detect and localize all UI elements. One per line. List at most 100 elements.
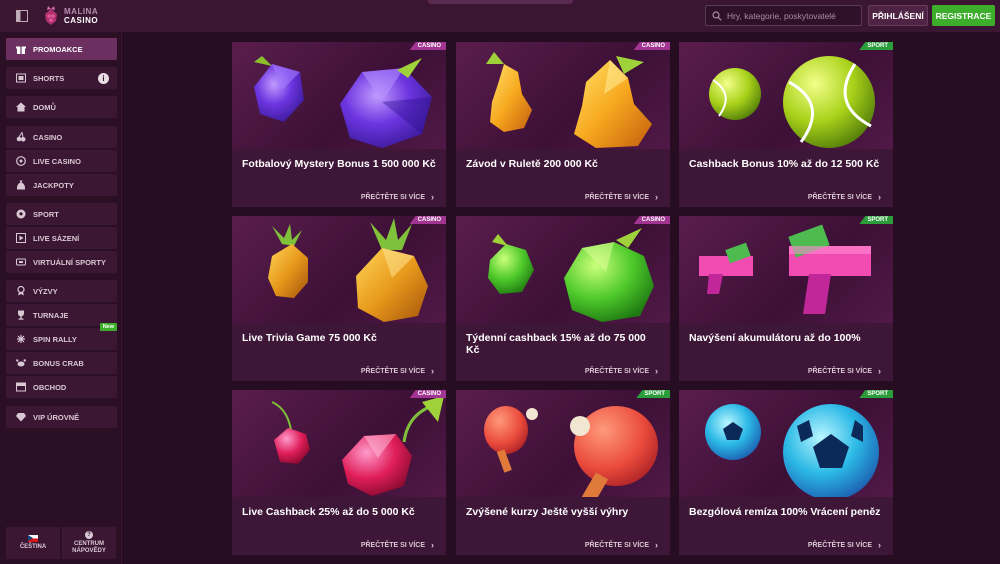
promotions-grid: CASINO Fotbalový Mystery Bonus 1 500 000…: [122, 32, 1000, 564]
read-more-link[interactable]: PŘEČTĚTE SI VÍCE ›: [585, 366, 658, 376]
money-gun-illustration: [699, 224, 871, 314]
category-badge: CASINO: [633, 42, 670, 50]
promo-title: Závod v Ruletě 200 000 Kč: [466, 158, 598, 170]
sidebar-item-label: BONUS CRAB: [33, 358, 84, 368]
soccer-ball-icon: [16, 209, 26, 219]
live-icon: [16, 233, 26, 243]
top-bar: MALINA CASINO PŘIHLÁŠENÍ REGISTRACE: [0, 0, 1000, 32]
sidebar-item-bonus-crab[interactable]: BONUS CRAB: [6, 352, 117, 374]
sidebar-item-jackpoty[interactable]: JACKPOTY: [6, 174, 117, 196]
read-more-label: PŘEČTĚTE SI VÍCE: [807, 193, 872, 201]
promo-card[interactable]: SPORT Cashback Bonus 10% až do 12 500 Kč…: [679, 42, 893, 207]
read-more-link[interactable]: PŘEČTĚTE SI VÍCE ›: [361, 192, 434, 202]
crab-icon: [16, 358, 26, 368]
sidebar-item-label: VIP ÚROVNĚ: [33, 412, 80, 422]
read-more-link[interactable]: PŘEČTĚTE SI VÍCE ›: [808, 192, 881, 202]
sidebar-item-label: VIRTUÁLNÍ SPORTY: [33, 257, 106, 267]
search-input[interactable]: [726, 10, 861, 21]
logo-line1: MALINA: [64, 7, 99, 16]
promo-image: SPORT: [679, 390, 893, 497]
home-icon: [16, 102, 26, 112]
raspberry-logo-icon: [45, 6, 57, 25]
read-more-label: PŘEČTĚTE SI VÍCE: [807, 541, 872, 549]
read-more-link[interactable]: PŘEČTĚTE SI VÍCE ›: [808, 366, 881, 376]
sidebar-item-label: TURNAJE: [33, 310, 69, 320]
promo-card[interactable]: CASINO Týdenní cashback 15% až do 75 000…: [456, 216, 670, 381]
sidebar-item-vip-urovne[interactable]: VIP ÚROVNĚ: [6, 406, 117, 428]
register-button[interactable]: REGISTRACE: [932, 5, 995, 26]
sidebar-item-spin-rally[interactable]: SPIN RALLY New: [6, 323, 117, 350]
spin-icon: [16, 334, 26, 344]
read-more-link[interactable]: PŘEČTĚTE SI VÍCE ›: [361, 366, 434, 376]
sidebar-item-label: DOMŮ: [33, 102, 56, 112]
chevron-right-icon: ›: [655, 366, 658, 376]
cherry-illustration: [271, 396, 444, 496]
help-label-1: CENTRUM: [74, 541, 104, 547]
read-more-link[interactable]: PŘEČTĚTE SI VÍCE ›: [808, 540, 881, 550]
search-box[interactable]: [705, 5, 862, 26]
promo-card[interactable]: CASINO Závod v Ruletě 200 000 Kč PŘEČTĚT…: [456, 42, 670, 207]
diamond-icon: [16, 412, 26, 422]
sidebar-item-casino[interactable]: CASINO: [6, 126, 117, 148]
help-label-2: NÁPOVĚDY: [72, 548, 106, 554]
promo-image: SPORT: [679, 42, 893, 149]
read-more-label: PŘEČTĚTE SI VÍCE: [584, 193, 649, 201]
czech-flag-icon: [28, 535, 38, 542]
promo-card[interactable]: CASINO Live Trivia Game 75 000 Kč PŘEČTĚ…: [232, 216, 446, 381]
sidebar-item-vyzvy[interactable]: VÝZVY: [6, 280, 117, 302]
promo-title: Live Cashback 25% až do 5 000 Kč: [242, 506, 415, 518]
promo-image: CASINO: [456, 216, 670, 323]
sidebar-item-sport[interactable]: SPORT: [6, 203, 117, 225]
promo-card[interactable]: SPORT Navýšení akumulátoru až do 100% PŘ…: [679, 216, 893, 381]
promo-card[interactable]: SPORT Zvýšené kurzy Ještě vyšší výhry PŘ…: [456, 390, 670, 555]
sidebar-item-label: LIVE SÁZENÍ: [33, 233, 80, 243]
sidebar-item-live-casino[interactable]: LIVE CASINO: [6, 150, 117, 172]
read-more-label: PŘEČTĚTE SI VÍCE: [360, 541, 425, 549]
top-notch: [428, 0, 573, 4]
chevron-right-icon: ›: [878, 192, 881, 202]
chevron-right-icon: ›: [878, 540, 881, 550]
tennis-ball-illustration: [709, 56, 875, 148]
promo-title: Cashback Bonus 10% až do 12 500 Kč: [689, 158, 880, 170]
promo-card[interactable]: CASINO Fotbalový Mystery Bonus 1 500 000…: [232, 42, 446, 207]
read-more-label: PŘEČTĚTE SI VÍCE: [360, 367, 425, 375]
promo-image: CASINO: [232, 42, 446, 149]
trophy-icon: [16, 310, 26, 320]
promo-title: Fotbalový Mystery Bonus 1 500 000 Kč: [242, 158, 436, 170]
ping-pong-illustration: [484, 406, 658, 497]
language-label: ČEŠTINA: [19, 544, 47, 550]
sidebar-item-label: SPIN RALLY: [33, 334, 77, 344]
chevron-right-icon: ›: [431, 192, 434, 202]
sidebar-item-shorts[interactable]: SHORTS i: [6, 67, 117, 89]
roulette-icon: [16, 156, 26, 166]
promo-image: CASINO: [232, 390, 446, 497]
promo-card[interactable]: SPORT Bezgólová remíza 100% Vrácení peně…: [679, 390, 893, 555]
promo-image: SPORT: [679, 216, 893, 323]
sidebar-toggle-icon[interactable]: [14, 8, 30, 24]
read-more-link[interactable]: PŘEČTĚTE SI VÍCE ›: [585, 540, 658, 550]
read-more-link[interactable]: PŘEČTĚTE SI VÍCE ›: [585, 192, 658, 202]
help-center-button[interactable]: ? CENTRUM NÁPOVĚDY: [62, 527, 116, 559]
promo-title: Týdenní cashback 15% až do 75 000 Kč: [466, 332, 646, 356]
read-more-link[interactable]: PŘEČTĚTE SI VÍCE ›: [361, 540, 434, 550]
sidebar-item-label: SPORT: [33, 209, 59, 219]
logo-line2: CASINO: [64, 16, 99, 25]
category-badge: CASINO: [409, 216, 446, 224]
pineapple-illustration: [268, 218, 428, 322]
logo[interactable]: MALINA CASINO: [42, 6, 98, 26]
sidebar-item-label: PROMOAKCE: [33, 44, 83, 54]
promo-card[interactable]: CASINO Live Cashback 25% až do 5 000 Kč …: [232, 390, 446, 555]
promo-image: CASINO: [232, 216, 446, 323]
cherries-icon: [16, 132, 26, 142]
chevron-right-icon: ›: [431, 366, 434, 376]
sidebar-item-virtualni-sporty[interactable]: VIRTUÁLNÍ SPORTY: [6, 251, 117, 273]
sidebar-item-obchod[interactable]: OBCHOD: [6, 376, 117, 398]
login-button[interactable]: PŘIHLÁŠENÍ: [868, 5, 928, 26]
sidebar-item-domu[interactable]: DOMŮ: [6, 96, 117, 118]
language-button[interactable]: ČEŠTINA: [6, 527, 60, 559]
promo-title: Navýšení akumulátoru až do 100%: [689, 332, 861, 344]
read-more-label: PŘEČTĚTE SI VÍCE: [360, 193, 425, 201]
info-icon[interactable]: i: [98, 72, 109, 84]
sidebar-item-promoakce[interactable]: PROMOAKCE: [6, 38, 117, 60]
sidebar-item-live-sazeni[interactable]: LIVE SÁZENÍ: [6, 227, 117, 249]
